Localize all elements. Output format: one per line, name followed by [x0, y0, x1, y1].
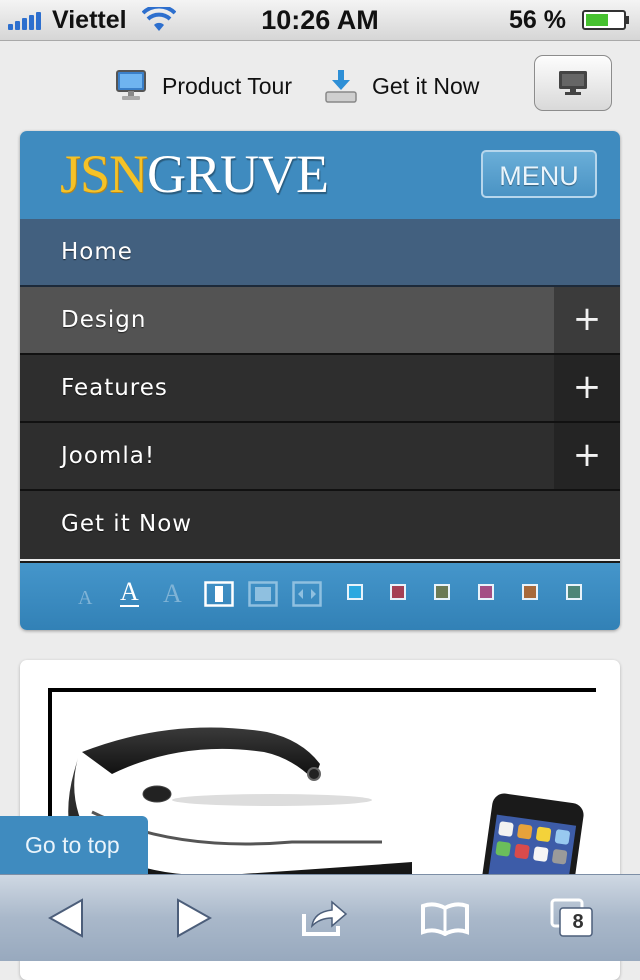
font-large-button[interactable]: A [163, 579, 182, 609]
menu-item-features[interactable]: Features + [20, 355, 620, 423]
style-toolbar: A A A [20, 561, 620, 630]
color-swatch-pink[interactable] [478, 584, 494, 600]
back-icon[interactable] [44, 893, 88, 943]
menu-item-design[interactable]: Design + [20, 287, 620, 355]
menu-item-label: Get it Now [61, 511, 193, 537]
status-bar: Viettel 10:26 AM 56 % [0, 0, 640, 41]
medium-width-icon[interactable] [248, 581, 278, 607]
monitor-icon [116, 70, 146, 100]
battery-percent: 56 % [509, 6, 566, 34]
expand-plus-icon[interactable]: + [554, 287, 620, 353]
expand-plus-icon[interactable]: + [554, 355, 620, 421]
font-medium-button[interactable]: A [120, 579, 139, 607]
main-menu: Home Design + Features + Joomla! + Get i… [20, 219, 620, 559]
color-swatch-olive[interactable] [434, 584, 450, 600]
forward-icon[interactable] [172, 893, 216, 943]
browser-toolbar: 8 [0, 874, 640, 961]
tabs-count: 8 [572, 910, 584, 933]
go-to-top-button[interactable]: Go to top [0, 816, 148, 874]
color-swatch-teal[interactable] [566, 584, 582, 600]
expand-plus-icon[interactable]: + [554, 423, 620, 489]
menu-item-label: Home [61, 239, 133, 265]
product-tour-link[interactable]: Product Tour [114, 66, 292, 106]
menu-item-home[interactable]: Home [20, 219, 620, 287]
get-it-now-link[interactable]: Get it Now [324, 66, 479, 106]
site-logo[interactable]: JSNGRUVE [60, 142, 329, 206]
menu-item-label: Features [61, 375, 168, 401]
logo-jsn: JSN [60, 144, 148, 204]
site-navigation: JSNGRUVE MENU Home Design + Features + J… [20, 131, 620, 630]
battery-icon [582, 10, 629, 30]
desktop-view-button[interactable] [534, 55, 612, 111]
logo-gruve: GRUVE [147, 144, 329, 204]
color-swatch-blue[interactable] [347, 584, 363, 600]
menu-item-joomla[interactable]: Joomla! + [20, 423, 620, 491]
color-swatch-red[interactable] [390, 584, 406, 600]
download-icon [325, 70, 357, 103]
bookmarks-icon[interactable] [418, 893, 472, 943]
site-header: JSNGRUVE MENU [20, 131, 620, 219]
narrow-width-icon[interactable] [204, 581, 234, 607]
font-small-button[interactable]: A [78, 583, 92, 613]
share-icon[interactable] [298, 893, 352, 943]
menu-button[interactable]: MENU [481, 150, 597, 198]
menu-item-label: Design [61, 307, 147, 333]
tabs-icon[interactable]: 8 [546, 893, 598, 943]
product-tour-label: Product Tour [162, 72, 292, 99]
menu-item-label: Joomla! [61, 443, 156, 469]
desktop-monitor-icon [559, 71, 587, 95]
get-it-now-label: Get it Now [372, 72, 480, 99]
wide-width-icon[interactable] [292, 581, 322, 607]
menu-item-get-it-now[interactable]: Get it Now [20, 491, 620, 559]
color-swatch-orange[interactable] [522, 584, 538, 600]
